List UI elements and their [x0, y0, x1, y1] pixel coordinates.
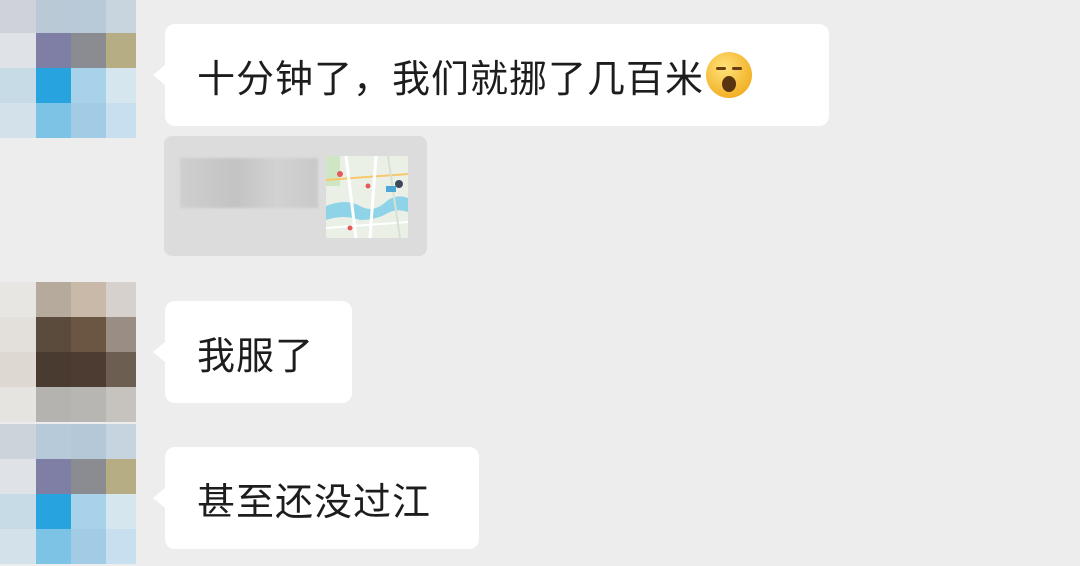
avatar[interactable]: [0, 424, 136, 566]
avatar[interactable]: [0, 0, 136, 140]
avatar[interactable]: [0, 282, 136, 424]
message-text: 甚至还没过江: [197, 479, 432, 524]
shared-link-card[interactable]: [164, 136, 427, 256]
map-icon: [326, 156, 408, 238]
message-bubble[interactable]: 甚至还没过江: [153, 447, 479, 549]
message-text: 我服了: [197, 333, 315, 378]
yawning-face-icon: [706, 52, 753, 98]
message-bubble[interactable]: 我服了: [153, 301, 352, 403]
blurred-card-title: [180, 158, 318, 208]
message-bubble[interactable]: 十分钟了，我们就挪了几百米: [153, 24, 829, 126]
message-text: 十分钟了，我们就挪了几百米: [197, 56, 705, 101]
